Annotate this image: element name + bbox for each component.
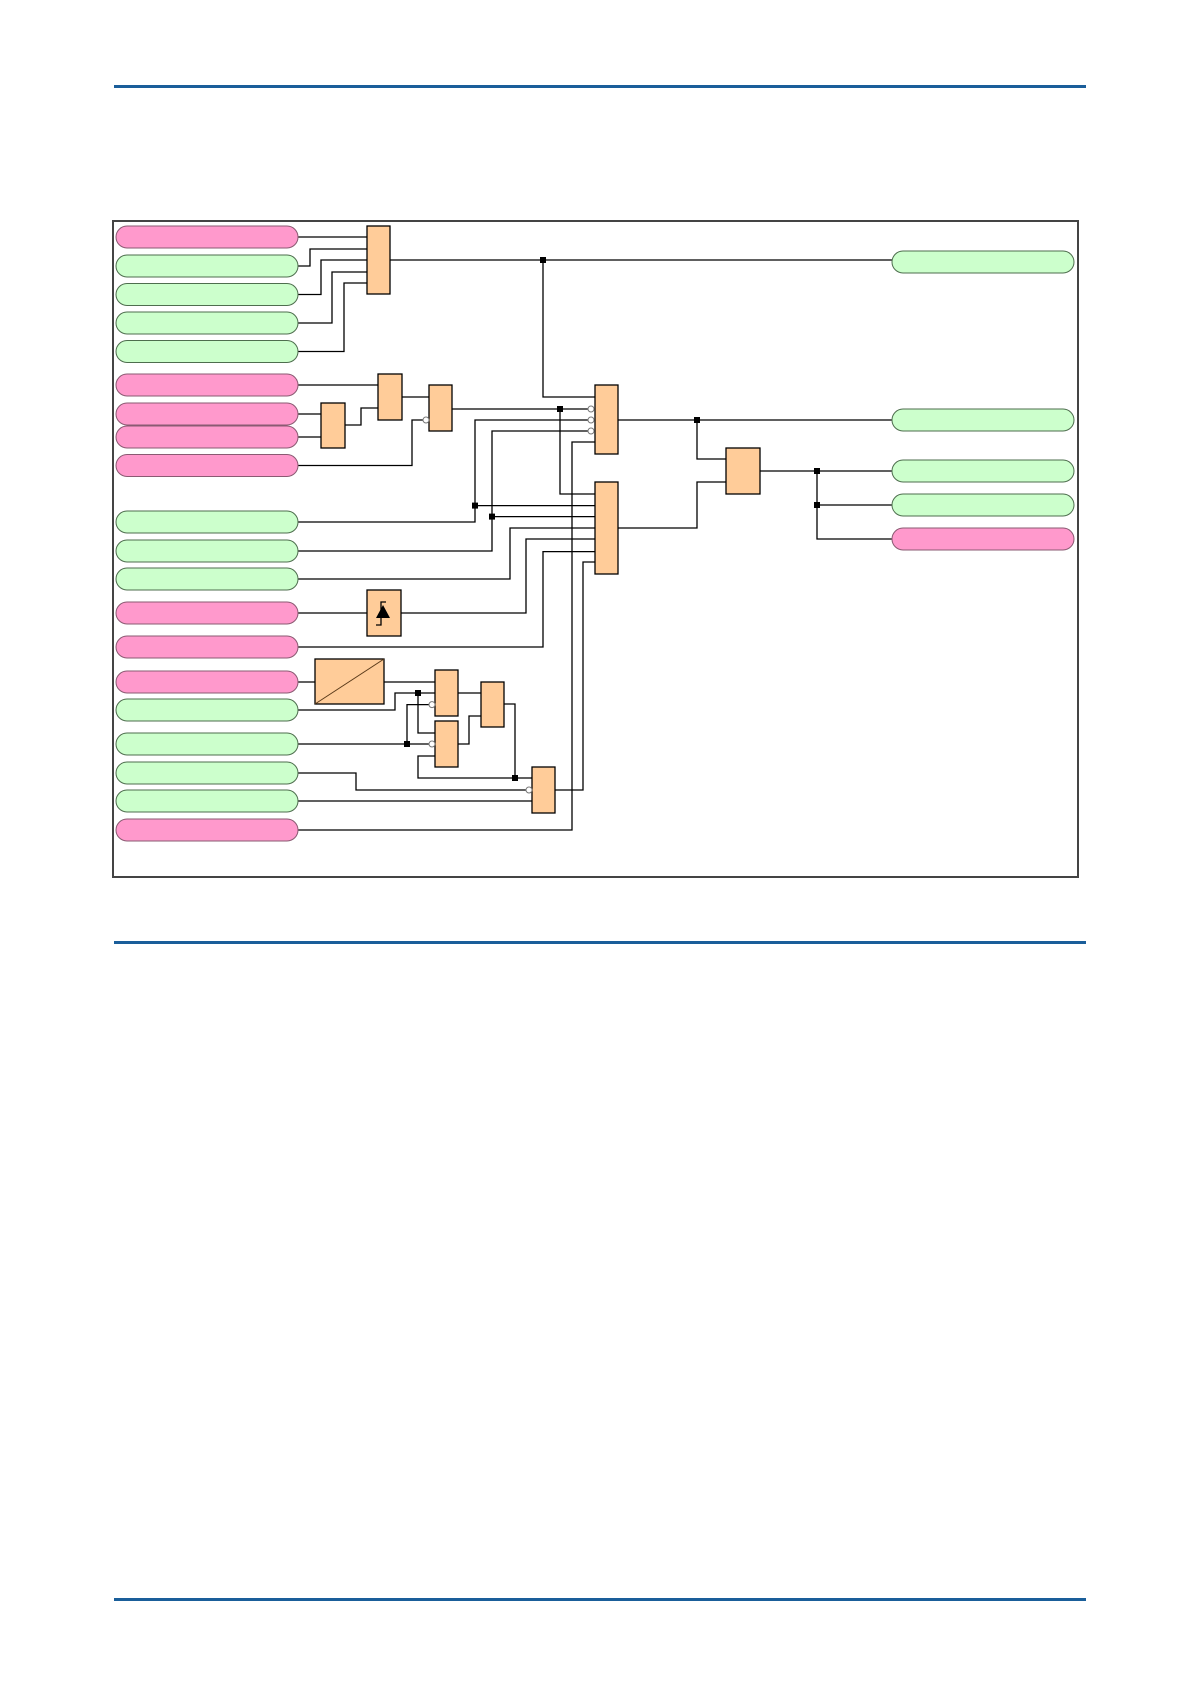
inverter-circle (525, 786, 533, 794)
signal-pill-pink (115, 635, 299, 659)
junction-dot (472, 502, 478, 509)
logic-diagram (112, 220, 1079, 878)
gate-j (480, 681, 505, 728)
signal-pill-green (115, 789, 299, 813)
inverter-circle (428, 701, 436, 709)
inverter-circle (587, 405, 595, 413)
signal-pill-green (115, 732, 299, 756)
right-signals (891, 250, 1075, 551)
left-signals (115, 225, 299, 842)
signal-pill-green (115, 510, 299, 534)
signal-pill-pink (115, 425, 299, 449)
signal-pill-green (115, 761, 299, 785)
signal-pill-pink (115, 818, 299, 842)
signal-pill-green (115, 539, 299, 563)
junction-dot (512, 775, 518, 781)
signal-pill-green (891, 459, 1075, 483)
gates (314, 225, 761, 814)
gate-a (366, 225, 391, 295)
gate-b2 (428, 384, 453, 432)
junction-dot (814, 502, 820, 508)
signal-pill-pink (115, 225, 299, 249)
signal-pill-green (115, 567, 299, 591)
converter-icon (314, 658, 385, 705)
inverter-circle (587, 416, 595, 424)
signal-pill-pink (115, 601, 299, 625)
junction-dot (540, 257, 546, 263)
gate-b0 (320, 402, 346, 449)
gate-h (434, 669, 459, 717)
gate-i (434, 720, 459, 768)
edge-detector-icon (366, 589, 402, 637)
signal-pill-green (891, 408, 1075, 432)
signal-pill-green (891, 250, 1075, 274)
signal-pill-green (115, 283, 299, 306)
signal-pill-green (115, 698, 299, 722)
signal-pill-pink (115, 402, 299, 426)
signal-pill-pink (115, 670, 299, 694)
signal-pill-green (115, 311, 299, 335)
signal-pill-green (115, 254, 299, 278)
junction-dot (404, 741, 410, 747)
inverter-circle (422, 416, 430, 424)
gate-e (725, 447, 761, 495)
signal-pill-pink (115, 373, 299, 397)
junction-dot (489, 513, 495, 520)
inverter-circle (587, 427, 595, 435)
signal-pill-pink (891, 527, 1075, 551)
gate-k (531, 766, 556, 814)
gate-c (594, 384, 619, 455)
junction-dot (415, 690, 421, 696)
inverter-circle (428, 740, 436, 748)
gate-d (594, 481, 619, 575)
junction-dot (557, 406, 563, 412)
gate-b1 (377, 373, 403, 421)
junction-dot (694, 417, 700, 423)
junction-dot (814, 468, 820, 474)
signal-pill-green (115, 340, 299, 363)
signal-pill-pink (115, 454, 299, 477)
signal-pill-green (891, 493, 1075, 517)
